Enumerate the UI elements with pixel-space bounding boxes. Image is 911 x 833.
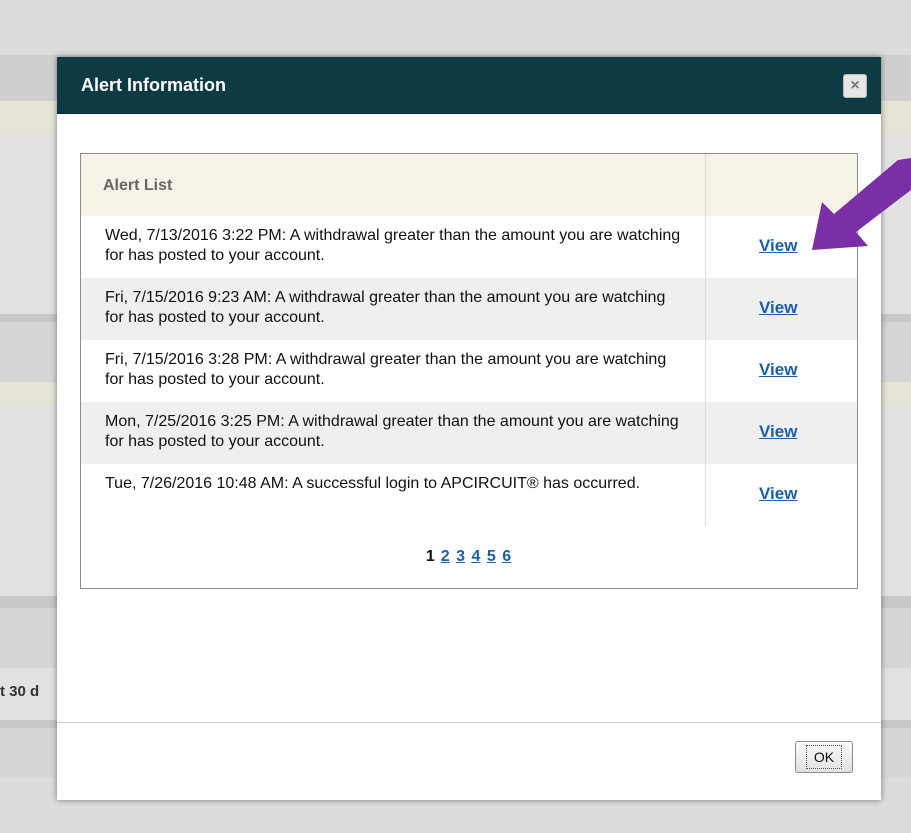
page-link-3[interactable]: 3	[456, 548, 465, 565]
alert-row: Fri, 7/15/2016 9:23 AM: A withdrawal gre…	[81, 278, 857, 340]
page-link-2[interactable]: 2	[441, 548, 450, 565]
dialog-title: Alert Information	[81, 75, 227, 95]
footer-divider	[57, 722, 881, 723]
view-link[interactable]: View	[759, 484, 797, 504]
alert-text: Fri, 7/15/2016 9:23 AM: A withdrawal gre…	[105, 289, 666, 326]
alert-text: Wed, 7/13/2016 3:22 PM: A withdrawal gre…	[105, 227, 681, 264]
page-link-4[interactable]: 4	[472, 548, 481, 565]
ok-button-label: OK	[805, 745, 843, 769]
ok-button[interactable]: OK	[795, 741, 853, 773]
alert-row: Wed, 7/13/2016 3:22 PM: A withdrawal gre…	[81, 216, 857, 278]
page-link-5[interactable]: 5	[487, 548, 496, 565]
background-band	[0, 0, 911, 55]
annotation-arrow-icon	[812, 158, 911, 250]
view-link[interactable]: View	[759, 236, 797, 256]
alert-row: Tue, 7/26/2016 10:48 AM: A successful lo…	[81, 464, 857, 526]
alert-text: Fri, 7/15/2016 3:28 PM: A withdrawal gre…	[105, 351, 667, 388]
alert-list-panel: Alert List Wed, 7/13/2016 3:22 PM: A wit…	[80, 153, 858, 589]
alert-row: Fri, 7/15/2016 3:28 PM: A withdrawal gre…	[81, 340, 857, 402]
close-button[interactable]: ×	[843, 74, 867, 98]
view-link[interactable]: View	[759, 360, 797, 380]
page-link-6[interactable]: 6	[502, 548, 511, 565]
view-link[interactable]: View	[759, 298, 797, 318]
alert-text: Mon, 7/25/2016 3:25 PM: A withdrawal gre…	[105, 413, 679, 450]
pagination: 12 3 4 5 6	[81, 548, 857, 566]
alert-list-header: Alert List	[81, 154, 857, 216]
background-partial-text: t 30 d	[0, 683, 40, 700]
alert-text: Tue, 7/26/2016 10:48 AM: A successful lo…	[105, 475, 641, 492]
alert-list-title: Alert List	[103, 177, 173, 194]
alert-information-dialog: Alert Information × Alert List Wed, 7/13…	[57, 57, 881, 800]
column-divider	[705, 154, 706, 526]
alert-row: Mon, 7/25/2016 3:25 PM: A withdrawal gre…	[81, 402, 857, 464]
current-page: 1	[425, 548, 435, 565]
dialog-header: Alert Information ×	[57, 57, 881, 114]
close-icon: ×	[850, 77, 860, 94]
view-link[interactable]: View	[759, 422, 797, 442]
